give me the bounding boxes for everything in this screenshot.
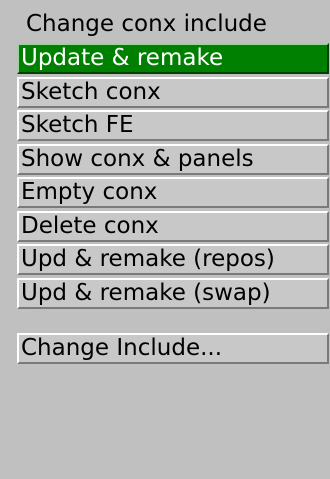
upd-remake-repos-button[interactable]: Upd & remake (repos) [17, 244, 329, 275]
sketch-fe-button[interactable]: Sketch FE [17, 110, 329, 141]
show-conx-panels-button[interactable]: Show conx & panels [17, 144, 329, 175]
popup-menu: Change conx include Update & remake Sket… [0, 0, 330, 479]
menu-title: Change conx include [26, 11, 267, 37]
upd-remake-swap-button[interactable]: Upd & remake (swap) [17, 278, 329, 309]
empty-conx-button[interactable]: Empty conx [17, 177, 329, 208]
update-remake-button[interactable]: Update & remake [17, 43, 329, 74]
change-include-button[interactable]: Change Include... [17, 333, 329, 364]
delete-conx-button[interactable]: Delete conx [17, 211, 329, 242]
sketch-conx-button[interactable]: Sketch conx [17, 77, 329, 108]
